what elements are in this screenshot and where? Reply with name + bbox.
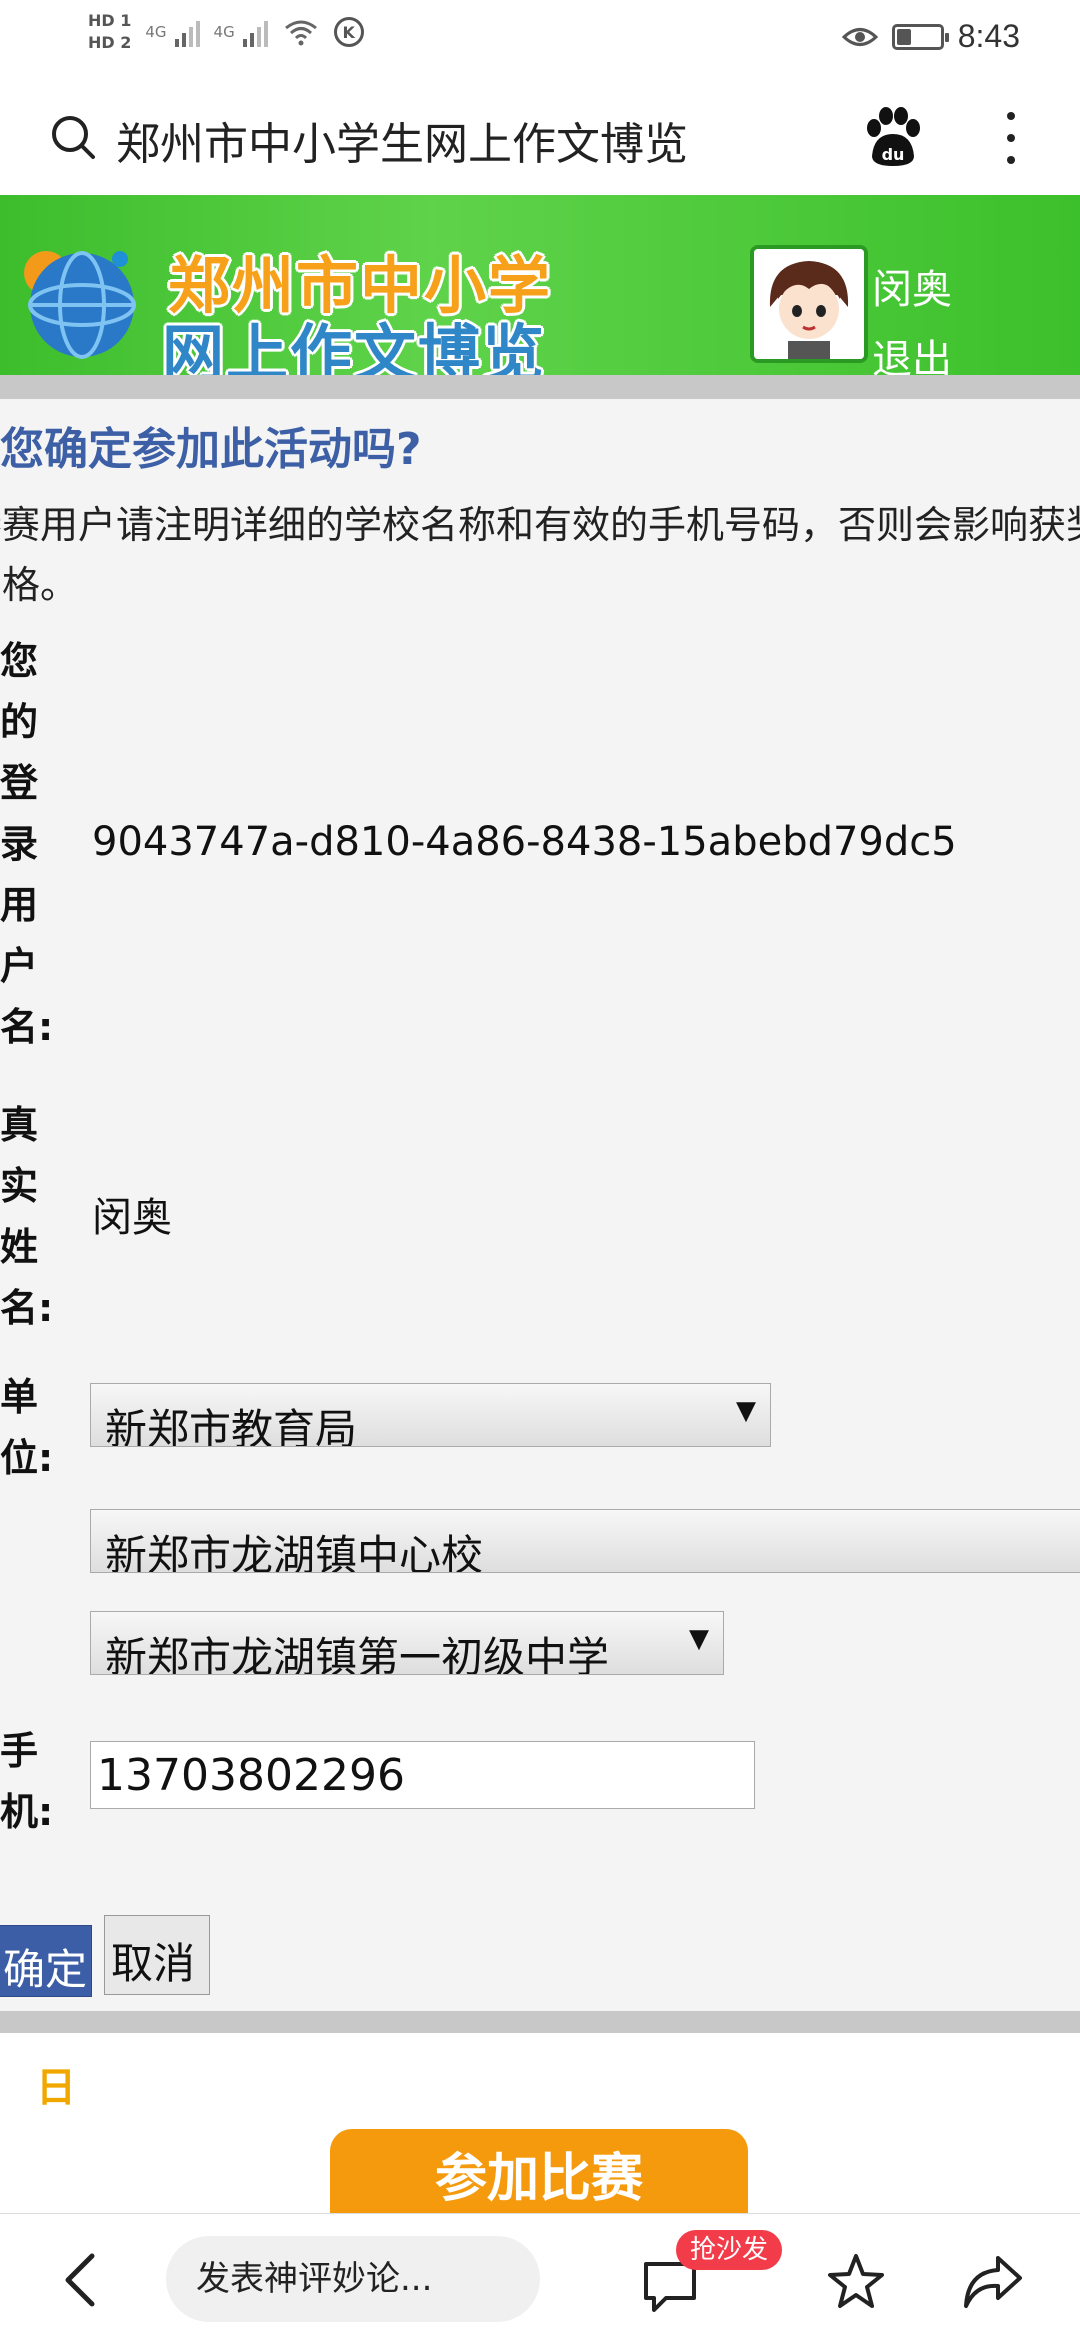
join-activity-dialog: 您确定参加此活动吗? 参赛用户请注明详细的学校名称和有效的手机号码，否则会影响获… [0,399,1080,2011]
clock: 8:43 [957,18,1020,54]
dialog-title: 您确定参加此活动吗? [0,424,422,475]
signal-bars-icon [242,17,268,47]
real-name-label: 真实姓名: [0,1103,54,1330]
site-banner: 郑州市中小学 网上作文博览 闵奥 退出 [0,195,1080,375]
share-icon[interactable] [962,2254,1024,2310]
avatar[interactable] [750,245,868,363]
separator [0,375,1080,399]
phone-input[interactable] [90,1741,755,1809]
browser-header: 郑州市中小学生网上作文博览 du [0,80,1080,195]
status-left: HD 1 HD 2 4G 4G K [88,10,364,54]
globe-logo-icon [24,251,136,359]
separator [0,2011,1080,2033]
wifi-icon [284,20,317,46]
signal-bars-icon [174,17,200,47]
unit-select-school-value: 新郑市龙湖镇第一初级中学 [105,1633,610,1675]
join-contest-button[interactable]: 参加比赛 [330,2129,748,2213]
cancel-button[interactable]: 取消 [104,1915,210,1995]
unit-select-school-district[interactable]: 新郑市龙湖镇中心校 [90,1509,1080,1573]
logout-link[interactable]: 退出 [872,327,952,375]
baidu-paw-icon[interactable]: du [860,104,926,170]
unit-select-bureau-value: 新郑市教育局 [105,1405,358,1447]
dialog-note: 参赛用户请注明详细的学校名称和有效的手机号码，否则会影响获奖资格。 [0,503,1080,607]
signal1-label: 4G [145,23,167,41]
battery-icon [891,23,949,50]
activity-section: 日 参加比赛 [0,2033,1080,2213]
eye-icon [841,27,878,46]
user-name-link[interactable]: 闵奥 [872,257,952,315]
real-name-value: 闵奥 [92,1195,172,1241]
k-app-icon: K [333,17,364,47]
avatar-cartoon-icon [754,249,864,359]
baidu-label: du [882,145,905,164]
hd2-label: HD 2 [88,33,132,52]
search-icon[interactable] [50,114,96,160]
signal2-label: 4G [213,23,235,41]
hd1-label: HD 1 [88,11,132,30]
bottom-toolbar: 发表神评妙论... 抢沙发 [0,2213,1080,2341]
more-menu-icon[interactable] [1000,108,1022,168]
dropdown-arrow-icon: ▼ [689,1624,709,1654]
status-bar: HD 1 HD 2 4G 4G K 8:43 [0,0,1080,80]
unit-label: 单位: [0,1375,54,1480]
page-heading[interactable]: 郑州市中小学生网上作文博览 [116,108,688,172]
dropdown-arrow-icon: ▼ [736,1396,756,1426]
phone-label: 手机: [0,1729,54,1834]
confirm-button[interactable]: 确定 [0,1925,92,1997]
unit-select-school[interactable]: 新郑市龙湖镇第一初级中学 ▼ [90,1611,724,1675]
date-label: 日 [36,2065,76,2111]
login-username-label: 您的登录用户名: [0,639,54,1049]
sofa-badge[interactable]: 抢沙发 [676,2230,783,2270]
hd-indicators: HD 1 HD 2 [88,10,131,54]
unit-select-bureau[interactable]: 新郑市教育局 ▼ [90,1383,771,1447]
login-username-value: 9043747a-d810-4a86-8438-15abebd79dc5 [92,819,957,865]
comment-input[interactable]: 发表神评妙论... [166,2236,540,2322]
status-right: 8:43 [841,18,1020,55]
unit-select-school-district-value: 新郑市龙湖镇中心校 [105,1531,484,1573]
back-icon[interactable] [60,2252,100,2308]
logo-line2: 网上作文博览 [162,317,547,375]
star-icon[interactable] [826,2252,886,2312]
